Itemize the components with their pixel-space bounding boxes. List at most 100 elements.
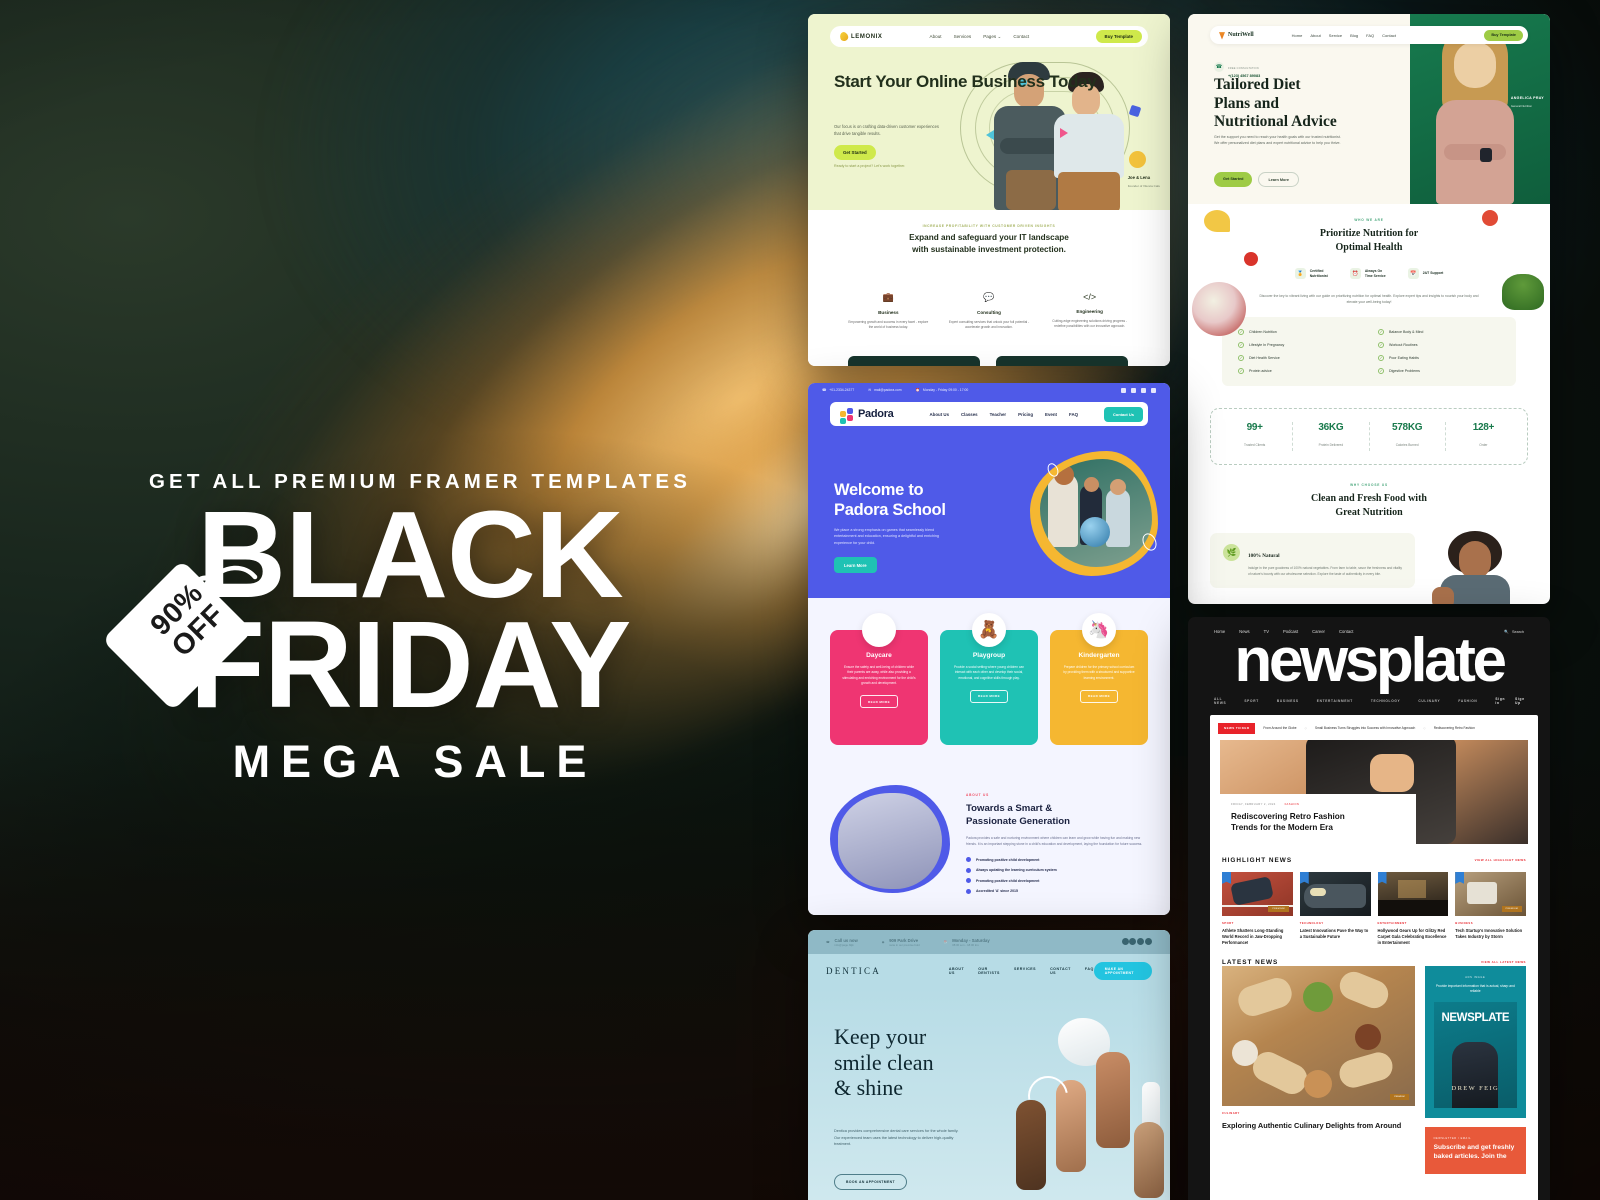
highlight-category[interactable]: TECHNOLOGY <box>1300 922 1371 925</box>
nutriwell-buy-template-button[interactable]: Buy Template <box>1484 29 1523 41</box>
highlight-headline[interactable]: Tech Startup's Innovative Solution Takes… <box>1455 928 1526 940</box>
highlight-category[interactable]: ENTERTAINMENT <box>1378 922 1449 925</box>
template-card-newsplate[interactable]: Home News TV Podcast Career Contact 🔍 Se… <box>1188 617 1550 1200</box>
category-all-news[interactable]: ALL NEWS <box>1214 697 1226 705</box>
nav-link-about-us[interactable]: ABOUT US <box>949 967 964 975</box>
nav-link-teacher[interactable]: Teacher <box>990 412 1007 417</box>
newsplate-auth-links[interactable]: Sign In Sign Up <box>1495 697 1524 705</box>
twitter-icon[interactable] <box>1141 387 1146 393</box>
youtube-icon[interactable] <box>1145 938 1152 945</box>
nav-link-pricing[interactable]: Pricing <box>1018 412 1033 417</box>
latest-news-main[interactable]: PREMIUM CULINARY Exploring Authentic Cul… <box>1222 965 1415 1174</box>
padora-nav-links[interactable]: About Us Classes Teacher Pricing Event F… <box>930 412 1079 417</box>
twitter-icon[interactable] <box>1129 938 1137 945</box>
program-card-playgroup[interactable]: 🧸 Playgroup Provide a social setting whe… <box>940 613 1038 745</box>
facebook-icon[interactable] <box>1121 387 1126 393</box>
lemonix-note-link[interactable]: Let's work together. <box>874 164 905 168</box>
dentica-appointment-button[interactable]: MAKE AN APPOINTMENT <box>1093 962 1152 980</box>
highlight-headline[interactable]: Latest Innovations Pave the Way to a Sus… <box>1300 928 1371 940</box>
nav-link-about[interactable]: About <box>930 34 942 40</box>
highlight-item-technology[interactable]: TECHNOLOGY Latest Innovations Pave the W… <box>1299 871 1371 946</box>
bookmark-icon[interactable] <box>1377 871 1387 884</box>
nav-link-home[interactable]: Home <box>1214 629 1225 634</box>
highlight-item-sport[interactable]: PREMIUM SPORT Athlete Shatters Long-Stan… <box>1222 871 1293 946</box>
magazine-ad[interactable]: ADS IMAGE Provide important information … <box>1424 965 1526 1119</box>
nav-link-home[interactable]: Home <box>1292 33 1303 38</box>
nav-link-our-dentists[interactable]: OUR DENTISTS <box>978 967 1000 975</box>
youtube-icon[interactable] <box>1151 387 1156 393</box>
nutriwell-phone-block[interactable]: ☎ FREE CONSULTATION +(123) 4567 89083 <box>1214 56 1260 78</box>
read-more-button[interactable]: READ MORE <box>860 695 898 709</box>
nutriwell-logo[interactable]: NutriWell <box>1219 31 1254 40</box>
sign-up-link[interactable]: Sign Up <box>1515 697 1525 705</box>
category-entertainment[interactable]: ENTERTAINMENT <box>1317 699 1353 703</box>
nav-link-contact[interactable]: Contact <box>1382 33 1396 38</box>
template-card-lemonix[interactable]: LEMONIX About Services Pages ⌄ Contact B… <box>808 14 1170 366</box>
nav-link-event[interactable]: Event <box>1045 412 1057 417</box>
template-card-dentica[interactable]: ☎ Call us now info@page.blijk ◉ 909 Park… <box>808 930 1170 1200</box>
latest-category[interactable]: CULINARY <box>1222 1112 1415 1115</box>
nav-link-faq[interactable]: FAQ <box>1069 412 1078 417</box>
instagram-icon[interactable] <box>1131 387 1136 393</box>
dentica-navbar[interactable]: DENTICA ABOUT US OUR DENTISTS SERVICES C… <box>808 954 1170 988</box>
lemonix-logo[interactable]: LEMONIX <box>838 30 883 43</box>
program-card-daycare[interactable]: ❤ Daycare Ensure the safety and well-bei… <box>830 613 928 745</box>
ticker-item[interactable]: From Around the Globe <box>1263 726 1296 730</box>
feature-consulting[interactable]: 💬 Consulting Expert consulting services … <box>939 292 1040 329</box>
category-business[interactable]: BUSINESS <box>1277 699 1299 703</box>
nav-link-faq[interactable]: FAQ <box>1085 967 1094 975</box>
latest-view-all-link[interactable]: VIEW ALL LATEST NEWS <box>1481 960 1526 964</box>
newsplate-search[interactable]: 🔍 Search <box>1504 629 1524 635</box>
padora-contact-us-button[interactable]: Contact Us <box>1103 406 1143 422</box>
dentica-logo[interactable]: DENTICA <box>826 966 881 976</box>
padora-learn-more-button[interactable]: Learn More <box>834 557 877 573</box>
highlight-headline[interactable]: Athlete Shatters Long-Standing World Rec… <box>1222 928 1293 946</box>
nav-link-blog[interactable]: Blog <box>1350 33 1358 38</box>
bookmark-icon[interactable] <box>1455 871 1465 884</box>
lemonix-get-started-button[interactable]: Get Started <box>834 145 876 160</box>
padora-logo[interactable]: Padora <box>840 408 894 424</box>
sign-in-link[interactable]: Sign In <box>1495 697 1505 705</box>
ticker-item[interactable]: Rediscovering Retro Fashion <box>1434 726 1475 730</box>
dentica-nav-links[interactable]: ABOUT US OUR DENTISTS SERVICES CONTACT U… <box>949 967 1094 975</box>
topbar-phone[interactable]: ☎ +01-2334-24377 <box>822 388 854 392</box>
category-culinary[interactable]: CULINARY <box>1418 699 1440 703</box>
highlight-headline[interactable]: Hollywood Gears Up for Glitzy Red Carpet… <box>1378 928 1449 946</box>
nav-link-faq[interactable]: FAQ <box>1366 33 1374 38</box>
highlight-view-all-link[interactable]: VIEW ALL HIGHLIGHT NEWS <box>1475 858 1526 862</box>
feature-business[interactable]: 💼 Business Empowering growth and success… <box>838 292 939 329</box>
padora-social-links[interactable] <box>1121 387 1156 393</box>
latest-headline[interactable]: Exploring Authentic Culinary Delights fr… <box>1222 1121 1415 1131</box>
category-fashion[interactable]: FASHION <box>1458 699 1477 703</box>
subscribe-block[interactable]: NEWSLETTER / EMAIL Subscribe and get fre… <box>1424 1127 1526 1174</box>
dentica-social-links[interactable] <box>1121 938 1152 946</box>
highlight-category[interactable]: BUSINESS <box>1455 922 1526 925</box>
nav-link-about-us[interactable]: About Us <box>930 412 950 417</box>
template-card-nutriwell[interactable]: ANGELICA PRAY General Nutrition NutriWel… <box>1188 14 1550 604</box>
instagram-icon[interactable] <box>1137 938 1145 945</box>
facebook-icon[interactable] <box>1121 938 1129 945</box>
ticker-item[interactable]: Small Business Turns Struggles into Succ… <box>1315 726 1415 730</box>
template-card-padora[interactable]: ☎ +01-2334-24377 ✉ mail@padora.com ⏰ Monday… <box>808 383 1170 915</box>
topbar-call[interactable]: ☎ Call us now info@page.blijk <box>826 938 858 947</box>
nav-link-service[interactable]: Service <box>1329 33 1342 38</box>
bookmark-icon[interactable] <box>1222 871 1231 884</box>
read-more-button[interactable]: READ MORE <box>970 689 1008 703</box>
bookmark-icon[interactable] <box>1299 871 1309 884</box>
read-more-button[interactable]: READ MORE <box>1080 689 1118 703</box>
highlight-category[interactable]: SPORT <box>1222 922 1293 925</box>
padora-navbar[interactable]: Padora About Us Classes Teacher Pricing … <box>830 402 1148 426</box>
category-sport[interactable]: SPORT <box>1244 699 1258 703</box>
topbar-mail[interactable]: ✉ mail@padora.com <box>868 388 901 392</box>
hero-headline[interactable]: Rediscovering Retro Fashion Trends for t… <box>1231 811 1405 833</box>
nav-link-services[interactable]: SERVICES <box>1014 967 1036 975</box>
learn-more-button[interactable]: Learn More <box>1258 172 1299 187</box>
nav-link-classes[interactable]: Classes <box>961 412 978 417</box>
category-technology[interactable]: TECHNOLOGY <box>1371 699 1401 703</box>
get-started-button[interactable]: Get Started <box>1214 172 1253 187</box>
nutriwell-nav-links[interactable]: Home About Service Blog FAQ Contact <box>1292 33 1396 38</box>
program-card-kindergarten[interactable]: 🦄 Kindergarten Prepare children for the … <box>1050 613 1148 745</box>
newsplate-hero-image[interactable]: FRIDAY, FEBRUARY 2, 2024 FASHION Redisco… <box>1220 739 1528 844</box>
highlight-item-business[interactable]: PREMIUM BUSINESS Tech Startup's Innovati… <box>1455 871 1526 946</box>
hero-category[interactable]: FASHION <box>1285 803 1300 806</box>
